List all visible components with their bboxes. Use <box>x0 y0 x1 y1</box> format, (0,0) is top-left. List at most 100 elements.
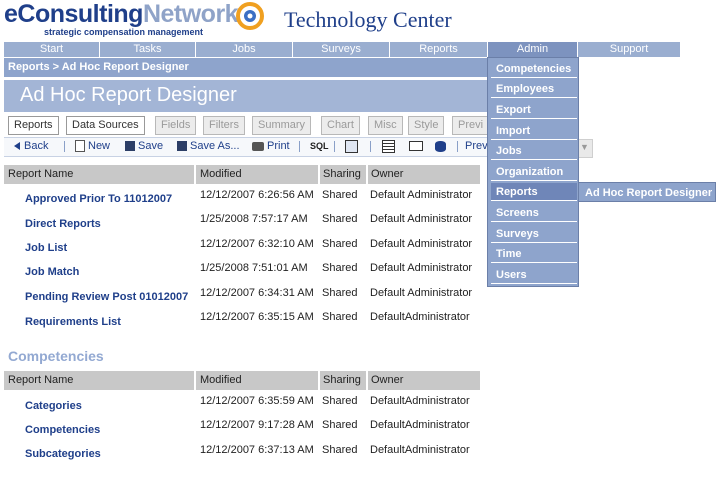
logo-mark-icon <box>236 2 264 30</box>
menu-item-employees[interactable]: Employees <box>491 80 577 98</box>
tab-misc[interactable]: Misc <box>368 116 403 135</box>
report-link[interactable]: Job List <box>25 242 67 254</box>
column-divider <box>318 371 320 390</box>
report-link[interactable]: Direct Reports <box>25 218 101 230</box>
tab-reports[interactable]: Reports <box>8 116 59 135</box>
col-owner[interactable]: Owner <box>371 165 403 184</box>
col-sharing[interactable]: Sharing <box>323 371 361 390</box>
tab-summary[interactable]: Summary <box>252 116 312 135</box>
save-as-button[interactable]: Save As... <box>177 139 240 154</box>
nav-jobs[interactable]: Jobs <box>196 42 292 57</box>
menu-item-reports[interactable]: Reports <box>491 183 577 201</box>
cell-modified: 12/12/2007 6:35:15 AM <box>200 311 314 323</box>
report-link[interactable]: Approved Prior To 11012007 <box>25 193 172 205</box>
tab-style[interactable]: Style <box>408 116 445 135</box>
chevron-down-icon[interactable]: ▼ <box>578 139 591 156</box>
new-button[interactable]: New <box>75 139 110 154</box>
print-button[interactable]: Print <box>252 139 290 154</box>
cell-sharing: Shared <box>322 311 358 323</box>
nav-start[interactable]: Start <box>4 42 99 57</box>
menu-item-users[interactable]: Users <box>491 266 577 284</box>
save-as-label: Save As... <box>190 140 240 152</box>
tab-chart[interactable]: Chart <box>321 116 360 135</box>
cell-owner: Default Administrator <box>370 262 473 274</box>
col-owner[interactable]: Owner <box>371 371 403 390</box>
properties-button[interactable] <box>345 139 358 154</box>
tab-preview[interactable]: Previ <box>452 116 488 135</box>
report-link[interactable]: Subcategories <box>25 448 101 460</box>
column-divider <box>194 371 196 390</box>
tab-fields[interactable]: Fields <box>155 116 197 135</box>
col-sharing[interactable]: Sharing <box>323 165 361 184</box>
menu-item-import[interactable]: Import <box>491 122 577 140</box>
col-modified[interactable]: Modified <box>200 165 242 184</box>
cell-owner: DefaultAdministrator <box>370 311 470 323</box>
breadcrumb[interactable]: Reports > Ad Hoc Report Designer <box>8 61 189 73</box>
cell-sharing: Shared <box>322 238 358 250</box>
toolbar-divider <box>457 141 458 152</box>
cell-modified: 12/12/2007 6:26:56 AM <box>200 189 314 201</box>
tab-data-sources[interactable]: Data Sources <box>66 116 145 135</box>
toolbar-divider <box>370 141 371 152</box>
main-nav: Start Tasks Jobs Surveys Reports Admin S… <box>4 42 680 57</box>
menu-item-surveys[interactable]: Surveys <box>491 225 577 243</box>
nav-support[interactable]: Support <box>578 42 680 57</box>
menu-item-competencies[interactable]: Competencies <box>491 60 577 78</box>
section-heading-competencies: Competencies <box>8 348 104 364</box>
cell-owner: DefaultAdministrator <box>370 419 470 431</box>
cell-sharing: Shared <box>322 213 358 225</box>
report-link[interactable]: Pending Review Post 01012007 <box>25 291 188 303</box>
grid-button[interactable] <box>382 139 395 154</box>
new-label: New <box>88 140 111 152</box>
database-button[interactable] <box>435 139 446 154</box>
cell-sharing: Shared <box>322 395 358 407</box>
cell-sharing: Shared <box>322 419 358 431</box>
col-modified[interactable]: Modified <box>200 371 242 390</box>
email-button[interactable] <box>409 139 423 154</box>
submenu-item-ad-hoc-report-designer[interactable]: Ad Hoc Report Designer <box>578 182 716 202</box>
back-arrow-icon <box>14 142 20 151</box>
cell-sharing: Shared <box>322 287 358 299</box>
nav-reports[interactable]: Reports <box>390 42 487 57</box>
cell-owner: Default Administrator <box>370 213 473 225</box>
page-title: Ad Hoc Report Designer <box>20 84 237 106</box>
menu-item-jobs[interactable]: Jobs <box>491 142 577 160</box>
nav-tasks[interactable]: Tasks <box>100 42 195 57</box>
nav-admin[interactable]: Admin <box>488 42 577 57</box>
save-disk-icon <box>125 141 135 152</box>
save-button[interactable]: Save <box>125 139 163 154</box>
report-link[interactable]: Requirements List <box>25 316 121 328</box>
menu-item-export[interactable]: Export <box>491 101 577 119</box>
back-button[interactable]: Back <box>14 139 48 154</box>
cell-modified: 12/12/2007 6:37:13 AM <box>200 444 314 456</box>
competencies-table-header: Report Name Modified Sharing Owner <box>4 371 480 390</box>
menu-item-time[interactable]: Time <box>491 245 577 263</box>
reports-table-header: Report Name Modified Sharing Owner <box>4 165 480 184</box>
cell-modified: 12/12/2007 6:34:31 AM <box>200 287 314 299</box>
report-link[interactable]: Categories <box>25 400 82 412</box>
print-icon <box>252 141 264 151</box>
menu-item-screens[interactable]: Screens <box>491 204 577 222</box>
grid-icon <box>382 139 395 153</box>
column-divider <box>194 165 196 184</box>
sql-button[interactable]: SQL <box>310 139 329 154</box>
logo: eConsultingNetwork <box>4 0 239 28</box>
nav-surveys[interactable]: Surveys <box>293 42 389 57</box>
tab-filters[interactable]: Filters <box>203 116 245 135</box>
database-icon <box>435 140 446 152</box>
menu-item-organization[interactable]: Organization <box>491 163 577 181</box>
col-report-name[interactable]: Report Name <box>8 165 73 184</box>
report-link[interactable]: Competencies <box>25 424 100 436</box>
new-document-icon <box>75 140 85 153</box>
save-label: Save <box>138 140 164 152</box>
cell-modified: 12/12/2007 9:17:28 AM <box>200 419 314 431</box>
column-divider <box>366 371 368 390</box>
report-link[interactable]: Job Match <box>25 266 79 278</box>
col-report-name[interactable]: Report Name <box>8 371 73 390</box>
column-divider <box>318 165 320 184</box>
cell-owner: DefaultAdministrator <box>370 444 470 456</box>
cell-sharing: Shared <box>322 189 358 201</box>
toolbar-divider <box>64 141 65 152</box>
preview-button[interactable]: Previ <box>465 139 487 154</box>
column-divider <box>366 165 368 184</box>
